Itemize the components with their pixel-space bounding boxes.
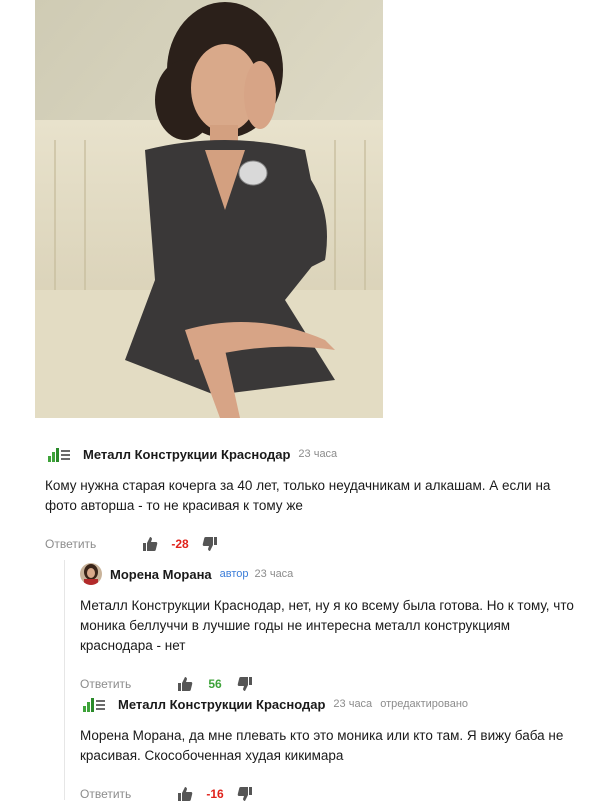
logo-icon[interactable]	[45, 442, 73, 466]
comment-actions: Ответить -16	[80, 784, 580, 804]
author-badge: автор	[219, 568, 249, 580]
comment-time: 23 часа	[333, 698, 373, 710]
thumbs-down-icon[interactable]	[200, 534, 220, 554]
comment-actions: Ответить -28	[45, 534, 580, 554]
comment-header: Металл Конструкции Краснодар 23 часа отр…	[80, 690, 580, 718]
comment-reply: Металл Конструкции Краснодар 23 часа отр…	[80, 690, 580, 804]
thumbs-up-icon[interactable]	[140, 534, 160, 554]
reply-button[interactable]: Ответить	[80, 677, 175, 691]
thread-line	[64, 560, 65, 800]
vote-score: -16	[206, 787, 224, 801]
logo-icon[interactable]	[80, 692, 108, 716]
comment-author[interactable]: Металл Конструкции Краснодар	[118, 697, 325, 712]
comment-header: Морена Морана автор 23 часа	[80, 560, 580, 588]
comment-text: Кому нужна старая кочерга за 40 лет, тол…	[45, 478, 551, 513]
thumbs-up-icon[interactable]	[175, 784, 195, 804]
avatar[interactable]	[80, 563, 102, 585]
thumbs-down-icon[interactable]	[235, 784, 255, 804]
post-photo	[35, 0, 383, 418]
edited-label: отредактировано	[380, 698, 469, 710]
comment-author[interactable]: Морена Морана	[110, 567, 212, 582]
comment-text: Морена Морана, да мне плевать кто это мо…	[80, 728, 564, 763]
vote-score: -28	[171, 537, 189, 551]
comment-text: Металл Конструкции Краснодар, нет, ну я …	[80, 598, 574, 653]
comment: Металл Конструкции Краснодар 23 часа Ком…	[45, 440, 580, 554]
comment-reply: Морена Морана автор 23 часа Металл Конст…	[80, 560, 580, 694]
comment-header: Металл Конструкции Краснодар 23 часа	[45, 440, 580, 468]
comment-time: 23 часа	[298, 448, 338, 460]
vote-score: 56	[208, 677, 222, 691]
comment-time: 23 часа	[254, 568, 294, 580]
comment-author[interactable]: Металл Конструкции Краснодар	[83, 447, 290, 462]
reply-button[interactable]: Ответить	[45, 537, 140, 551]
reply-button[interactable]: Ответить	[80, 787, 175, 801]
